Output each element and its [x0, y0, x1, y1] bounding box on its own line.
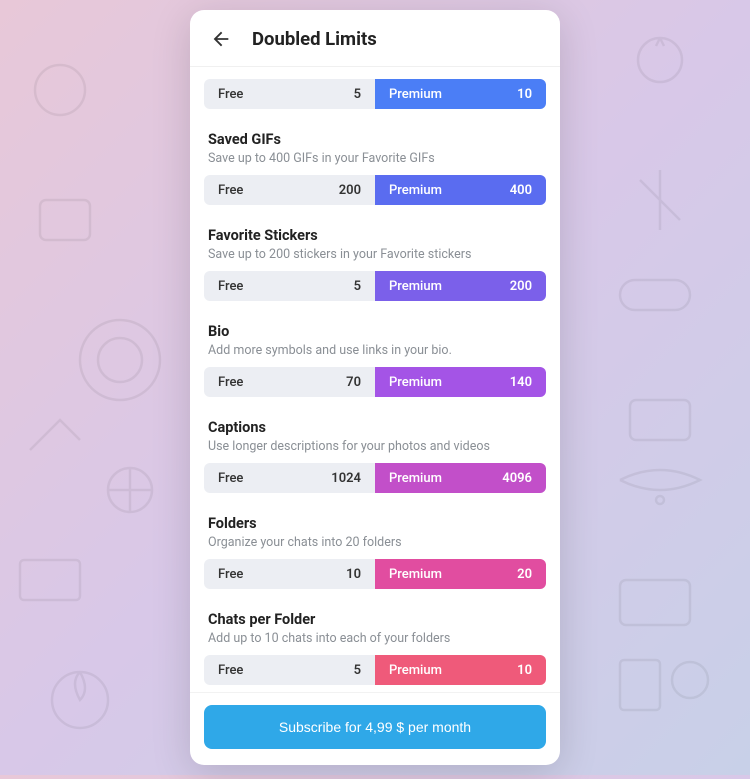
limit-title: Folders: [204, 515, 546, 532]
bar-premium-value: 400: [510, 183, 532, 198]
limit-bar: Free 5 Premium 200: [204, 271, 546, 301]
bar-free-value: 5: [354, 87, 361, 102]
limit-item-favorite-stickers: Favorite Stickers Save up to 200 sticker…: [204, 227, 546, 301]
bar-premium-label: Premium: [389, 375, 442, 390]
limit-title: Captions: [204, 419, 546, 436]
bar-free: Free 5: [204, 655, 375, 685]
bar-premium-label: Premium: [389, 87, 442, 102]
limit-item-chats-per-folder: Chats per Folder Add up to 10 chats into…: [204, 611, 546, 685]
limit-bar: Free 10 Premium 20: [204, 559, 546, 589]
bar-free-value: 5: [354, 279, 361, 294]
bar-free-label: Free: [218, 183, 243, 198]
limit-bar: Free 1024 Premium 4096: [204, 463, 546, 493]
bar-premium: Premium 200: [375, 271, 546, 301]
limit-desc: Save up to 200 stickers in your Favorite…: [204, 247, 546, 262]
bar-free-label: Free: [218, 567, 243, 582]
header: Doubled Limits: [190, 10, 560, 67]
limit-desc: Add up to 10 chats into each of your fol…: [204, 631, 546, 646]
bar-free-label: Free: [218, 375, 243, 390]
bar-premium-value: 10: [517, 663, 532, 678]
limit-item: Free 5 Premium 10: [204, 79, 546, 109]
bar-premium-label: Premium: [389, 471, 442, 486]
limit-title: Saved GIFs: [204, 131, 546, 148]
limit-bar: Free 200 Premium 400: [204, 175, 546, 205]
bar-premium-label: Premium: [389, 183, 442, 198]
bar-premium-label: Premium: [389, 663, 442, 678]
bar-premium-value: 10: [517, 87, 532, 102]
limit-bar: Free 70 Premium 140: [204, 367, 546, 397]
bar-premium-value: 200: [510, 279, 532, 294]
phone-frame: Doubled Limits Free 5 Premium 10 Saved G…: [190, 10, 560, 765]
bar-free: Free 70: [204, 367, 375, 397]
bar-premium-label: Premium: [389, 279, 442, 294]
bar-free-label: Free: [218, 471, 243, 486]
bar-free-value: 10: [346, 567, 361, 582]
limit-desc: Organize your chats into 20 folders: [204, 535, 546, 550]
bar-free: Free 5: [204, 79, 375, 109]
limit-title: Bio: [204, 323, 546, 340]
limit-title: Favorite Stickers: [204, 227, 546, 244]
bar-premium: Premium 10: [375, 655, 546, 685]
bar-free-label: Free: [218, 87, 243, 102]
bar-premium: Premium 140: [375, 367, 546, 397]
bar-premium-value: 4096: [502, 471, 532, 486]
bar-free-label: Free: [218, 663, 243, 678]
limit-desc: Add more symbols and use links in your b…: [204, 343, 546, 358]
bar-free: Free 200: [204, 175, 375, 205]
bar-premium: Premium 4096: [375, 463, 546, 493]
subscribe-button[interactable]: Subscribe for 4,99 $ per month: [204, 705, 546, 749]
bar-free: Free 5: [204, 271, 375, 301]
bar-premium-value: 140: [510, 375, 532, 390]
limit-title: Chats per Folder: [204, 611, 546, 628]
bar-premium: Premium 10: [375, 79, 546, 109]
bar-free: Free 10: [204, 559, 375, 589]
bar-premium-value: 20: [517, 567, 532, 582]
bar-free-value: 200: [339, 183, 361, 198]
limit-bar: Free 5 Premium 10: [204, 655, 546, 685]
limit-item-bio: Bio Add more symbols and use links in yo…: [204, 323, 546, 397]
limit-item-folders: Folders Organize your chats into 20 fold…: [204, 515, 546, 589]
limit-desc: Save up to 400 GIFs in your Favorite GIF…: [204, 151, 546, 166]
footer: Subscribe for 4,99 $ per month: [190, 692, 560, 765]
bar-premium-label: Premium: [389, 567, 442, 582]
bar-free-value: 1024: [331, 471, 361, 486]
page-title: Doubled Limits: [252, 28, 377, 50]
back-button[interactable]: [208, 26, 234, 52]
limit-item-captions: Captions Use longer descriptions for you…: [204, 419, 546, 493]
bar-free-label: Free: [218, 279, 243, 294]
limit-bar: Free 5 Premium 10: [204, 79, 546, 109]
bar-free-value: 70: [346, 375, 361, 390]
limit-item-saved-gifs: Saved GIFs Save up to 400 GIFs in your F…: [204, 131, 546, 205]
bar-free: Free 1024: [204, 463, 375, 493]
arrow-left-icon: [210, 28, 232, 50]
content-scroll[interactable]: Free 5 Premium 10 Saved GIFs Save up to …: [190, 67, 560, 692]
bar-free-value: 5: [354, 663, 361, 678]
limit-desc: Use longer descriptions for your photos …: [204, 439, 546, 454]
bar-premium: Premium 400: [375, 175, 546, 205]
bar-premium: Premium 20: [375, 559, 546, 589]
